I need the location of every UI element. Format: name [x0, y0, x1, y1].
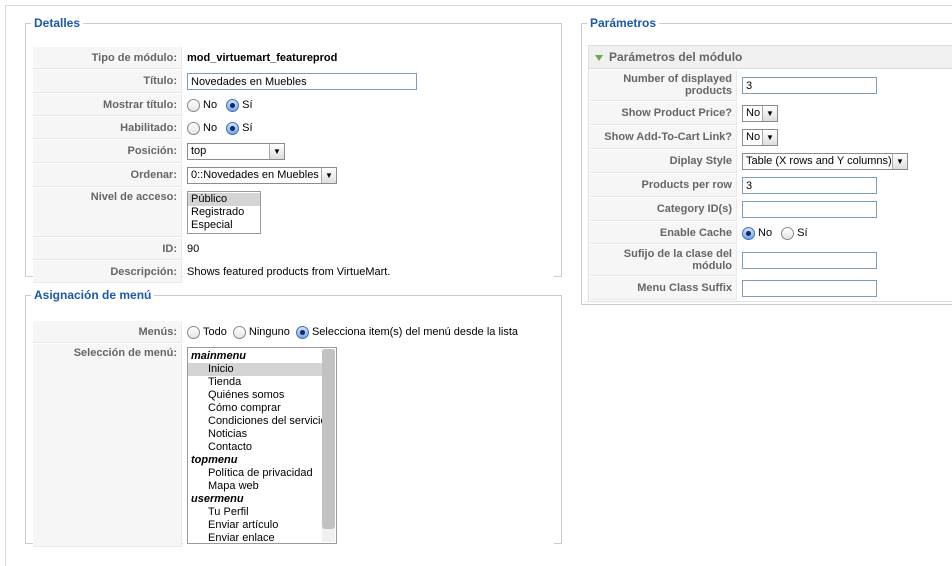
per-row-input[interactable] — [742, 177, 877, 194]
listbox-scroll-thumb[interactable] — [322, 349, 335, 529]
order-select[interactable]: 0::Novedades en Muebles ▼ — [187, 167, 337, 184]
show-title-yes-label: Sí — [242, 99, 253, 111]
cache-no-radio[interactable] — [742, 226, 755, 240]
show-cart-select[interactable]: No ▼ — [742, 129, 778, 146]
details-legend: Detalles — [34, 16, 81, 30]
menu-assignment-table: Menús: Todo Ninguno Selecciona item(s) d… — [32, 320, 555, 548]
details-table: Tipo de módulo: mod_virtuemart_featurepr… — [32, 46, 555, 284]
menu-item-enviar-enlace[interactable]: Enviar enlace — [188, 532, 336, 543]
access-option[interactable]: Especial — [188, 219, 260, 232]
enabled-label: Habilitado: — [33, 117, 182, 139]
order-value: 0::Novedades en Muebles — [191, 169, 319, 181]
per-row-label: Products per row — [590, 174, 737, 197]
menu-group-mainmenu: mainmenu — [191, 350, 247, 362]
chevron-down-icon: ▼ — [762, 106, 777, 121]
show-price-value: No — [746, 107, 761, 119]
title-input[interactable] — [187, 73, 417, 90]
show-price-label: Show Product Price? — [590, 102, 737, 125]
cache-no-label: No — [758, 227, 773, 239]
menu-item-quienes-somos[interactable]: Quiénes somos — [188, 389, 336, 402]
chevron-down-icon: ▼ — [269, 144, 284, 159]
show-title-label: Mostrar título: — [33, 94, 182, 116]
show-title-yes-radio[interactable] — [226, 98, 240, 112]
cache-yes-radio[interactable] — [781, 226, 795, 240]
show-title-no-label: No — [203, 99, 218, 111]
module-type-label: Tipo de módulo: — [33, 47, 182, 69]
menu-suffix-label: Menu Class Suffix — [590, 277, 737, 300]
menu-selection-listbox[interactable]: mainmenu Inicio Tienda Quiénes somos Cóm… — [187, 347, 337, 544]
description-value: Shows featured products from VirtueMart. — [183, 261, 554, 283]
menus-select-radio[interactable] — [295, 325, 309, 339]
display-style-label: Diplay Style — [590, 150, 737, 173]
menu-item-mapa-web[interactable]: Mapa web — [188, 480, 336, 493]
chevron-down-icon: ▼ — [321, 168, 336, 183]
expanded-triangle-icon — [595, 54, 603, 61]
enabled-yes-radio[interactable] — [226, 121, 240, 135]
access-option[interactable]: Público — [188, 193, 260, 206]
menus-none-label: Ninguno — [248, 326, 290, 338]
menu-item-noticias[interactable]: Noticias — [188, 428, 336, 441]
id-label: ID: — [33, 238, 182, 260]
menu-assignment-fieldset: Asignación de menú Menús: Todo Ninguno S… — [25, 288, 562, 547]
displayed-input[interactable] — [742, 77, 877, 94]
enabled-no-radio[interactable] — [187, 121, 200, 135]
category-input[interactable] — [742, 201, 877, 218]
show-cart-value: No — [746, 131, 761, 143]
params-legend: Parámetros — [590, 16, 657, 30]
enabled-no-label: No — [203, 122, 218, 134]
category-label: Category ID(s) — [590, 198, 737, 221]
position-value: top — [191, 145, 207, 157]
listbox-scrollbar[interactable] — [322, 349, 335, 542]
menu-group-usermenu: usermenu — [191, 493, 244, 505]
params-fieldset: Parámetros Parámetros del módulo Number … — [581, 16, 952, 305]
params-panel-header[interactable]: Parámetros del módulo — [589, 46, 952, 69]
title-label: Título: — [33, 70, 182, 93]
id-value: 90 — [183, 238, 554, 260]
menus-select-label: Selecciona item(s) del menú desde la lis… — [311, 326, 519, 338]
menu-item-inicio[interactable]: Inicio — [188, 363, 326, 376]
enabled-yes-label: Sí — [242, 122, 253, 134]
show-price-select[interactable]: No ▼ — [742, 105, 778, 122]
access-listbox[interactable]: Público Registrado Especial — [187, 191, 261, 234]
cache-yes-label: Sí — [797, 227, 808, 239]
menu-item-condiciones[interactable]: Condiciones del servicio — [188, 415, 336, 428]
details-fieldset: Detalles Tipo de módulo: mod_virtuemart_… — [25, 16, 562, 283]
chevron-down-icon: ▼ — [892, 154, 907, 169]
cache-label: Enable Cache — [590, 222, 737, 244]
display-style-value: Table (X rows and Y columns) — [746, 155, 892, 167]
params-panel-title: Parámetros del módulo — [609, 50, 743, 64]
access-label: Nivel de acceso: — [33, 188, 182, 237]
display-style-select[interactable]: Table (X rows and Y columns) ▼ — [742, 153, 908, 170]
suffix-label: Sufijo de la clase del módulo — [590, 245, 737, 276]
menu-item-contacto[interactable]: Contacto — [188, 441, 336, 454]
menu-suffix-input[interactable] — [742, 280, 877, 297]
position-select[interactable]: top ▼ — [187, 143, 285, 160]
suffix-input[interactable] — [742, 252, 877, 269]
menu-assignment-legend: Asignación de menú — [34, 288, 152, 302]
menus-none-radio[interactable] — [232, 325, 246, 339]
displayed-label: Number of displayed products — [590, 70, 737, 101]
menus-all-label: Todo — [203, 326, 227, 338]
order-label: Ordenar: — [33, 164, 182, 187]
access-option[interactable]: Registrado — [188, 206, 260, 219]
menu-item-enviar-articulo[interactable]: Enviar artículo — [188, 519, 336, 532]
show-cart-label: Show Add-To-Cart Link? — [590, 126, 737, 149]
menus-label: Menús: — [33, 321, 182, 343]
menu-group-topmenu: topmenu — [191, 454, 238, 466]
menu-item-como-comprar[interactable]: Cómo comprar — [188, 402, 336, 415]
module-type-value: mod_virtuemart_featureprod — [183, 47, 554, 69]
chevron-down-icon: ▼ — [762, 130, 777, 145]
menu-item-politica[interactable]: Política de privacidad — [188, 467, 336, 480]
description-label: Descripción: — [33, 261, 182, 283]
menu-item-tu-perfil[interactable]: Tu Perfil — [188, 506, 336, 519]
menu-selection-label: Selección de menú: — [33, 344, 182, 547]
position-label: Posición: — [33, 140, 182, 163]
menus-all-radio[interactable] — [187, 325, 200, 339]
params-table: Number of displayed products Show Produc… — [589, 69, 952, 301]
show-title-no-radio[interactable] — [187, 98, 200, 112]
menu-item-tienda[interactable]: Tienda — [188, 376, 336, 389]
